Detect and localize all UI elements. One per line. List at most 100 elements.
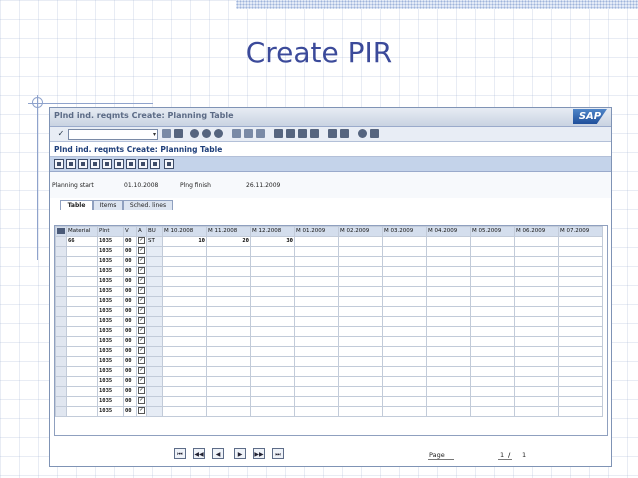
qty-cell[interactable] [558,256,603,267]
item-icon[interactable] [150,159,160,169]
qty-cell-m12-2008[interactable] [250,356,295,367]
qty-cell-m12-2008[interactable] [250,246,295,257]
qty-cell[interactable] [514,376,559,387]
plant-cell[interactable]: 1035 [97,236,124,247]
qty-cell[interactable] [338,386,383,397]
version-cell[interactable]: 00 [123,306,137,317]
save-icon[interactable] [174,129,183,138]
command-field[interactable]: ▾ [68,129,158,140]
active-checkbox[interactable]: ✓ [138,297,145,304]
qty-cell[interactable] [514,256,559,267]
qty-cell[interactable] [558,406,603,417]
table-row[interactable]: 1035 00 ✓ [55,316,603,327]
active-cell[interactable]: ✓ [136,276,147,287]
table-row[interactable]: 1035 00 ✓ [55,326,603,337]
qty-cell-m10-2008[interactable] [162,366,207,377]
qty-cell[interactable] [338,396,383,407]
material-cell[interactable] [66,376,98,387]
delete-icon[interactable] [90,159,100,169]
qty-cell[interactable] [426,296,471,307]
column-header-m02-2009[interactable]: M 02.2009 [338,226,383,237]
active-checkbox[interactable]: ✓ [138,407,145,414]
active-cell[interactable]: ✓ [136,286,147,297]
qty-cell-m11-2008[interactable] [206,366,251,377]
material-cell[interactable] [66,336,98,347]
column-header-m12-2008[interactable]: M 12.2008 [250,226,295,237]
qty-cell[interactable] [294,376,339,387]
qty-cell-m11-2008[interactable] [206,286,251,297]
active-checkbox[interactable]: ✓ [138,237,145,244]
unit-cell[interactable] [146,296,163,307]
version-cell[interactable]: 00 [123,296,137,307]
column-header-m05-2009[interactable]: M 05.2009 [470,226,515,237]
active-cell[interactable]: ✓ [136,306,147,317]
version-cell[interactable]: 00 [123,286,137,297]
active-checkbox[interactable]: ✓ [138,277,145,284]
qty-cell[interactable] [558,276,603,287]
material-cell[interactable] [66,356,98,367]
column-header-unit[interactable]: BU [146,226,163,237]
tab-items[interactable]: Items [93,200,123,210]
qty-cell[interactable] [558,376,603,387]
column-header-m07-2009[interactable]: M 07.2009 [558,226,603,237]
qty-cell[interactable] [294,356,339,367]
qty-cell-m11-2008[interactable]: 20 [206,236,251,247]
row-selector[interactable] [55,396,67,407]
qty-cell[interactable] [426,306,471,317]
unit-cell[interactable] [146,266,163,277]
active-checkbox[interactable]: ✓ [138,287,145,294]
version-cell[interactable]: 00 [123,386,137,397]
material-cell[interactable] [66,296,98,307]
help-icon[interactable] [358,129,367,138]
qty-cell[interactable] [470,256,515,267]
active-checkbox[interactable]: ✓ [138,337,145,344]
material-cell[interactable] [66,276,98,287]
version-cell[interactable]: 00 [123,346,137,357]
qty-cell[interactable] [338,276,383,287]
qty-cell[interactable] [382,286,427,297]
stop-icon[interactable] [214,129,223,138]
active-checkbox[interactable]: ✓ [138,347,145,354]
back-icon[interactable] [162,129,171,138]
plant-cell[interactable]: 1035 [97,336,124,347]
qty-cell-m12-2008[interactable] [250,286,295,297]
cancel-icon[interactable] [202,129,211,138]
material-cell[interactable] [66,266,98,277]
active-checkbox[interactable]: ✓ [138,397,145,404]
plant-cell[interactable]: 1035 [97,376,124,387]
row-selector[interactable] [55,326,67,337]
page-current[interactable]: 1 [500,451,504,459]
table-row[interactable]: 1035 00 ✓ [55,356,603,367]
qty-cell[interactable] [470,276,515,287]
qty-cell[interactable] [382,386,427,397]
qty-cell[interactable] [470,356,515,367]
select-all-icon[interactable] [57,227,65,234]
qty-cell[interactable] [338,296,383,307]
previous-screen-button[interactable]: ◀◀ [193,448,205,459]
qty-cell[interactable] [470,336,515,347]
active-cell[interactable]: ✓ [136,236,147,247]
qty-cell-m12-2008[interactable] [250,396,295,407]
active-cell[interactable]: ✓ [136,336,147,347]
unit-cell[interactable] [146,326,163,337]
row-selector[interactable] [55,346,67,357]
qty-cell[interactable] [514,306,559,317]
qty-cell[interactable] [294,366,339,377]
active-checkbox[interactable]: ✓ [138,257,145,264]
active-checkbox[interactable]: ✓ [138,327,145,334]
plant-cell[interactable]: 1035 [97,366,124,377]
unit-cell[interactable] [146,316,163,327]
qty-cell[interactable] [426,236,471,247]
qty-cell[interactable] [514,296,559,307]
qty-cell-m10-2008[interactable]: 10 [162,236,207,247]
column-header-version[interactable]: V [123,226,137,237]
qty-cell[interactable] [426,366,471,377]
previous-page-button[interactable]: ◀ [212,448,224,459]
qty-cell-m10-2008[interactable] [162,316,207,327]
qty-cell[interactable] [338,286,383,297]
qty-cell[interactable] [558,326,603,337]
qty-cell[interactable] [382,396,427,407]
column-header-m04-2009[interactable]: M 04.2009 [426,226,471,237]
material-cell[interactable] [66,256,98,267]
qty-cell[interactable] [514,356,559,367]
